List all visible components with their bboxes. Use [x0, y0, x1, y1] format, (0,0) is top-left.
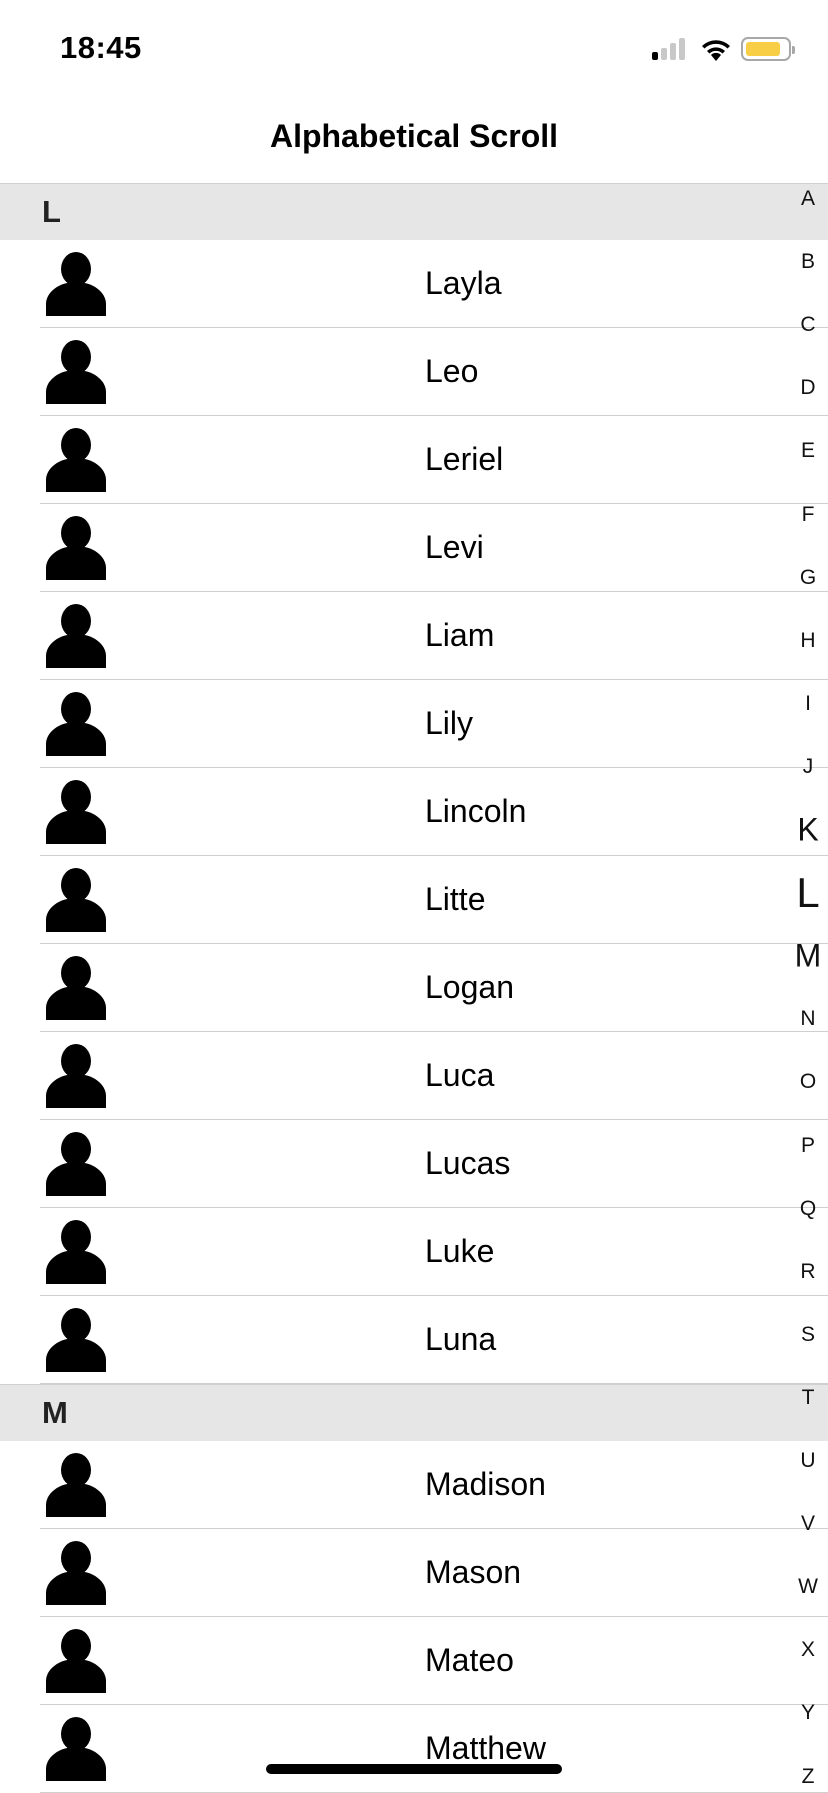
person-icon: [46, 1132, 106, 1196]
index-letter-o[interactable]: O: [788, 1070, 828, 1094]
contact-row[interactable]: Lucas: [40, 1120, 828, 1208]
status-bar: 18:45: [0, 0, 828, 96]
person-icon: [46, 1308, 106, 1372]
index-letter-p[interactable]: P: [788, 1134, 828, 1158]
section-header-l: L: [0, 183, 828, 240]
person-icon: [46, 1541, 106, 1605]
index-letter-z[interactable]: Z: [788, 1765, 828, 1789]
contact-list[interactable]: L Layla Leo Leriel Levi Liam Lily Lincoln Litte L…: [0, 183, 828, 1793]
contact-row[interactable]: Leriel: [40, 416, 828, 504]
status-time: 18:45: [60, 30, 142, 65]
contact-row[interactable]: Mason: [40, 1529, 828, 1617]
index-letter-e[interactable]: E: [788, 439, 828, 463]
index-letter-n[interactable]: N: [788, 1007, 828, 1031]
index-letter-c[interactable]: C: [788, 313, 828, 337]
contact-name: Lucas: [425, 1145, 511, 1181]
index-letter-x[interactable]: X: [788, 1638, 828, 1662]
person-icon: [46, 428, 106, 492]
person-icon: [46, 604, 106, 668]
contact-name: Leriel: [425, 441, 504, 477]
contact-row[interactable]: Leo: [40, 328, 828, 416]
person-icon: [46, 1220, 106, 1284]
contact-name: Matthew: [425, 1730, 546, 1766]
person-icon: [46, 1044, 106, 1108]
index-letter-s[interactable]: S: [788, 1323, 828, 1347]
cellular-signal-icon: [652, 38, 685, 60]
contact-name: Luna: [425, 1321, 497, 1357]
contact-row[interactable]: Litte: [40, 856, 828, 944]
page-title: Alphabetical Scroll: [269, 118, 559, 154]
index-letter-w[interactable]: W: [788, 1575, 828, 1599]
person-icon: [46, 340, 106, 404]
contact-row[interactable]: Madison: [40, 1441, 828, 1529]
index-letter-y[interactable]: Y: [788, 1701, 828, 1725]
contact-row[interactable]: Liam: [40, 592, 828, 680]
index-letter-v[interactable]: V: [788, 1512, 828, 1536]
wifi-icon: [702, 40, 730, 61]
contact-row[interactable]: Luke: [40, 1208, 828, 1296]
person-icon: [46, 1629, 106, 1693]
index-letter-h[interactable]: H: [788, 629, 828, 653]
index-letter-f[interactable]: F: [788, 503, 828, 527]
index-letter-m[interactable]: M: [788, 938, 828, 975]
index-letter-i[interactable]: I: [788, 692, 828, 716]
home-indicator: [266, 1764, 562, 1774]
section-header-m: M: [0, 1384, 828, 1441]
person-icon: [46, 1453, 106, 1517]
contact-name: Liam: [425, 617, 495, 653]
contact-name: Mateo: [425, 1642, 514, 1678]
person-icon: [46, 956, 106, 1020]
contact-name: Luca: [425, 1057, 495, 1093]
index-letter-k[interactable]: K: [788, 812, 828, 849]
index-letter-g[interactable]: G: [788, 566, 828, 590]
index-letter-u[interactable]: U: [788, 1449, 828, 1473]
index-letter-d[interactable]: D: [788, 376, 828, 400]
index-letter-a[interactable]: A: [788, 187, 828, 211]
person-icon: [46, 692, 106, 756]
contact-row[interactable]: Lincoln: [40, 768, 828, 856]
contact-name: Madison: [425, 1466, 546, 1502]
index-letter-r[interactable]: R: [788, 1260, 828, 1284]
contact-name: Mason: [425, 1554, 522, 1590]
contact-row[interactable]: Luna: [40, 1296, 828, 1384]
contact-name: Logan: [425, 969, 514, 1005]
contact-row[interactable]: Levi: [40, 504, 828, 592]
index-letter-b[interactable]: B: [788, 250, 828, 274]
person-icon: [46, 868, 106, 932]
person-icon: [46, 516, 106, 580]
index-letter-l[interactable]: L: [788, 869, 828, 917]
person-icon: [46, 252, 106, 316]
contact-row[interactable]: Logan: [40, 944, 828, 1032]
index-letter-q[interactable]: Q: [788, 1197, 828, 1221]
contact-name: Lily: [425, 705, 474, 741]
contact-row[interactable]: Lily: [40, 680, 828, 768]
index-letter-t[interactable]: T: [788, 1386, 828, 1410]
battery-icon: [741, 37, 795, 61]
contact-name: Lincoln: [425, 793, 527, 829]
contact-name: Levi: [425, 529, 484, 565]
contact-row[interactable]: Luca: [40, 1032, 828, 1120]
contact-row[interactable]: Mateo: [40, 1617, 828, 1705]
contact-name: Layla: [425, 265, 502, 301]
index-letter-j[interactable]: J: [788, 755, 828, 779]
contact-name: Leo: [425, 353, 479, 389]
person-icon: [46, 780, 106, 844]
contact-name: Luke: [425, 1233, 495, 1269]
contact-name: Litte: [425, 881, 486, 917]
contact-row[interactable]: Matthew: [40, 1705, 828, 1793]
person-icon: [46, 1717, 106, 1781]
contact-row[interactable]: Layla: [40, 240, 828, 328]
